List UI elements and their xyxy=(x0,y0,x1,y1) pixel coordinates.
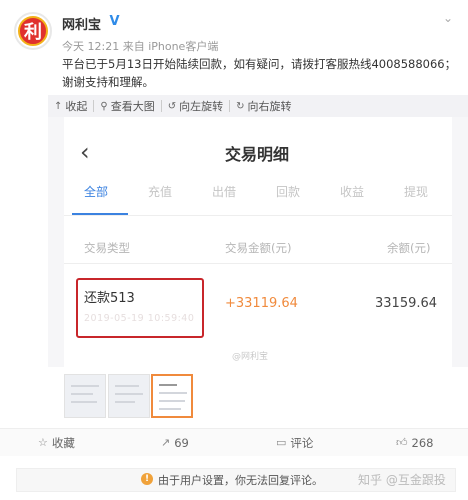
comment-icon: ▭ xyxy=(276,436,287,449)
thumb-line xyxy=(115,401,135,403)
like-button[interactable]: 👍︎ 268 xyxy=(396,436,433,450)
back-arrow-icon: ‹ xyxy=(80,138,90,166)
rotate-left-icon: ↺ xyxy=(167,100,177,112)
thumb-line xyxy=(115,393,143,395)
collapse-button[interactable]: ↑ 收起 xyxy=(48,95,93,117)
rotate-right-icon: ↻ xyxy=(236,100,245,112)
view-large-button[interactable]: ⚲ 查看大图 xyxy=(94,95,160,117)
screenshot-title: 交易明细 xyxy=(225,145,290,164)
search-icon: ⚲ xyxy=(100,100,108,112)
repost-icon: ↗ xyxy=(161,436,171,449)
warning-icon: ! xyxy=(141,473,153,485)
thumb-line xyxy=(115,385,139,387)
thumb-line xyxy=(159,408,181,410)
transaction-amount: +33119.64 xyxy=(225,296,298,311)
notice-text: 由于用户设置，你无法回复评论。 xyxy=(158,474,323,487)
screenshot-tabs: 全部 充值 出借 回款 收益 提现 xyxy=(64,183,452,207)
avatar-logo: 利 xyxy=(18,16,48,46)
thumb-line xyxy=(71,393,93,395)
post-text: 平台已于5月13日开始陆续回款，如有疑问，请拨打客服热线4008588066；谢… xyxy=(62,57,457,89)
source-watermark: 知乎 @互金跟投 xyxy=(358,473,446,487)
view-large-label: 查看大图 xyxy=(110,100,155,113)
image-thumbnail[interactable] xyxy=(108,374,150,418)
favorite-button[interactable]: ☆ 收藏 xyxy=(38,435,75,451)
divider xyxy=(64,215,452,216)
tab-recharge: 充值 xyxy=(147,185,172,199)
chevron-down-icon[interactable]: ⌄ xyxy=(440,10,456,26)
rotate-left-label: 向左旋转 xyxy=(179,100,224,113)
action-bar: ☆ 收藏 ↗ 69 ▭ 评论 👍︎ 268 xyxy=(0,428,468,456)
column-header-balance: 余额(元) xyxy=(387,241,431,255)
image-thumbnail[interactable] xyxy=(64,374,106,418)
red-highlight-box xyxy=(76,278,204,338)
thumb-line xyxy=(71,401,97,403)
collapse-label: 收起 xyxy=(65,100,88,113)
post-meta: 今天 12:21 来自 iPhone客户端 xyxy=(62,40,219,53)
thumb-line xyxy=(159,384,177,386)
tab-all: 全部 xyxy=(83,185,108,199)
comment-button[interactable]: ▭ 评论 xyxy=(276,435,313,451)
tab-repayment: 回款 xyxy=(275,185,300,199)
rotate-right-label: 向右旋转 xyxy=(247,100,292,113)
thumb-line xyxy=(159,400,185,402)
rotate-right-button[interactable]: ↻ 向右旋转 xyxy=(230,95,297,117)
thumb-line xyxy=(71,385,99,387)
tab-lend: 出借 xyxy=(211,185,236,199)
like-count: 268 xyxy=(411,435,434,450)
avatar[interactable]: 利 xyxy=(14,12,52,50)
column-header-type: 交易类型 xyxy=(84,241,130,255)
collapse-icon: ↑ xyxy=(54,100,63,112)
comment-label: 评论 xyxy=(290,435,314,450)
image-toolbar: ↑ 收起 ⚲ 查看大图 ↺ 向左旋转 ↻ 向右旋转 xyxy=(48,95,468,117)
thumb-line xyxy=(159,392,187,394)
divider xyxy=(64,263,452,264)
repost-count: 69 xyxy=(174,435,189,450)
column-header-amount: 交易金额(元) xyxy=(225,241,292,255)
verified-badge-icon: V xyxy=(107,14,122,29)
repost-button[interactable]: ↗ 69 xyxy=(161,436,189,450)
star-icon: ☆ xyxy=(38,436,48,449)
username[interactable]: 网利宝 xyxy=(62,14,101,33)
image-watermark: @网利宝 xyxy=(232,352,269,362)
tab-withdraw: 提现 xyxy=(403,185,428,199)
image-thumbnail-selected[interactable] xyxy=(151,374,193,418)
tab-earnings: 收益 xyxy=(339,185,364,199)
transaction-balance: 33159.64 xyxy=(375,296,438,311)
thumbs-up-icon: 👍︎ xyxy=(396,436,408,449)
rotate-left-button[interactable]: ↺ 向左旋转 xyxy=(162,95,229,117)
favorite-label: 收藏 xyxy=(51,435,75,450)
